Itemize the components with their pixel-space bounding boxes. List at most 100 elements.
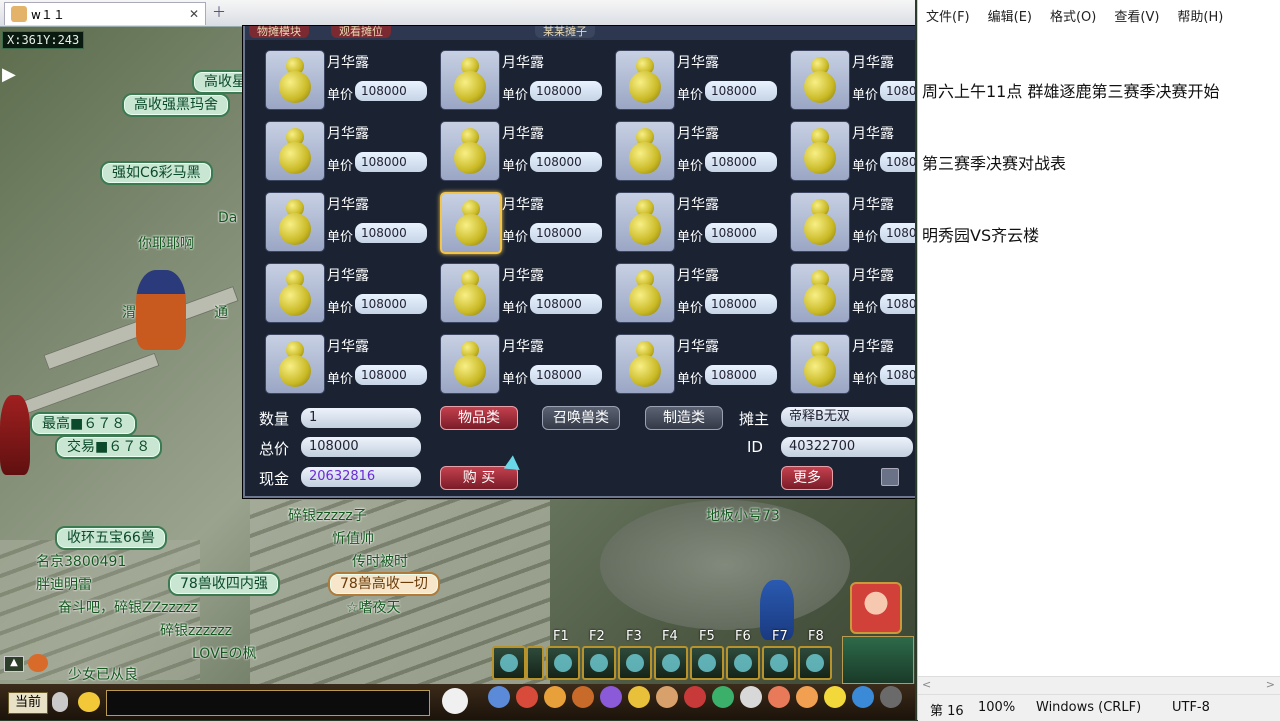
stall-item-slot[interactable]: 月华露 单价 108000 — [430, 332, 602, 394]
stall-item-slot[interactable]: 月华露 单价 108000 — [430, 261, 602, 323]
stall-item-slot[interactable]: 月华露单价10800 — [780, 48, 915, 110]
gourd-icon[interactable] — [265, 263, 325, 323]
gourd-icon[interactable] — [790, 334, 850, 394]
stall-item-slot[interactable]: 月华露 单价 108000 — [605, 190, 777, 252]
gourd-icon[interactable] — [265, 334, 325, 394]
stall-item-slot[interactable]: 月华露单价10800 — [780, 119, 915, 181]
new-tab-icon[interactable]: ＋ — [210, 4, 228, 22]
skill-slot[interactable] — [762, 646, 796, 680]
scroll-icon[interactable] — [656, 686, 678, 708]
horizontal-scrollbar[interactable]: < > — [918, 676, 1280, 694]
gourd-icon[interactable] — [265, 192, 325, 252]
menu-file[interactable]: 文件(F) — [926, 6, 970, 25]
stall-item-slot[interactable]: 月华露单价10800 — [780, 332, 915, 394]
computer-icon[interactable] — [880, 686, 902, 708]
stall-item-slot[interactable]: 月华露单价10800 — [780, 190, 915, 252]
scroll-right-icon[interactable]: > — [1266, 678, 1275, 691]
stall-item-slot[interactable]: 月华露 单价 108000 — [255, 119, 427, 181]
game-window[interactable]: w１１ ✕ ＋ X:361Y:243 ▶ 高收星 高收强黑玛舍 强如C6彩马黑 … — [0, 0, 915, 720]
stall-item-slot[interactable]: 月华露 单价 108000 — [255, 48, 427, 110]
gourd-icon[interactable] — [790, 192, 850, 252]
gourd-icon[interactable] — [615, 192, 675, 252]
stall-item-slot[interactable]: 月华露 单价 108000 — [430, 190, 602, 254]
backpack-icon[interactable] — [516, 686, 538, 708]
stall-item-slot[interactable]: 月华露 单价 108000 — [605, 332, 777, 394]
gourd-icon[interactable] — [790, 263, 850, 323]
scroll-left-icon[interactable]: < — [922, 678, 931, 691]
category-items-button[interactable]: 物品类 — [440, 406, 518, 430]
gourd-icon[interactable] — [440, 334, 500, 394]
pet-icon[interactable] — [442, 688, 468, 714]
stall-item-slot[interactable]: 月华露 单价 108000 — [430, 119, 602, 181]
shop-icon[interactable] — [768, 686, 790, 708]
mail-icon[interactable] — [684, 686, 706, 708]
emoji-icon[interactable] — [78, 692, 100, 712]
character-sprite[interactable] — [0, 395, 30, 475]
category-pets-button[interactable]: 召唤兽类 — [542, 406, 620, 430]
category-crafted-button[interactable]: 制造类 — [645, 406, 723, 430]
gourd-icon[interactable] — [440, 192, 502, 254]
gourd-icon[interactable] — [265, 50, 325, 110]
menu-help[interactable]: 帮助(H) — [1177, 6, 1223, 25]
gourd-icon[interactable] — [615, 50, 675, 110]
stall-item-slot[interactable]: 月华露 单价 108000 — [430, 48, 602, 110]
gourd-icon[interactable] — [615, 263, 675, 323]
menu-edit[interactable]: 编辑(E) — [988, 6, 1032, 25]
name-plate[interactable]: 78兽收四内强 — [168, 572, 280, 596]
gourd-icon[interactable] — [615, 334, 675, 394]
skill-slot[interactable] — [654, 646, 688, 680]
option-checkbox[interactable] — [881, 468, 899, 486]
character-sprite[interactable] — [136, 270, 186, 350]
stall-item-slot[interactable]: 月华露 单价 108000 — [255, 332, 427, 394]
fire-icon[interactable] — [28, 654, 48, 672]
name-plate[interactable]: 收环五宝66兽 — [55, 526, 167, 550]
stall-item-slot[interactable]: 月华露 单价 108000 — [255, 190, 427, 252]
stall-item-slot[interactable]: 月华露 单价 108000 — [605, 261, 777, 323]
skill-slot[interactable] — [690, 646, 724, 680]
quest-icon[interactable] — [628, 686, 650, 708]
name-plate[interactable]: 高收强黑玛舍 — [122, 93, 230, 117]
pagoda-minimap-icon[interactable] — [842, 636, 914, 684]
name-plate[interactable]: 78兽高收一切 — [328, 572, 440, 596]
chat-input[interactable] — [106, 690, 430, 716]
chat-bubble-icon[interactable] — [740, 686, 762, 708]
stall-item-slot[interactable]: 月华露单价10800 — [780, 261, 915, 323]
gourd-icon[interactable] — [440, 50, 500, 110]
player-portrait[interactable] — [850, 582, 902, 634]
stall-item-slot[interactable]: 月华露 单价 108000 — [605, 119, 777, 181]
smile-icon[interactable] — [824, 686, 846, 708]
skill-slot[interactable] — [618, 646, 652, 680]
microphone-icon[interactable] — [52, 692, 68, 712]
gourd-icon[interactable] — [615, 121, 675, 181]
play-arrow-icon[interactable]: ▶ — [2, 64, 16, 85]
stall-header-tab[interactable]: 观看摊位 — [331, 26, 391, 38]
gift-icon[interactable] — [544, 686, 566, 708]
close-icon[interactable]: ✕ — [189, 7, 199, 21]
text-editor[interactable]: 周六上午11点 群雄逐鹿第三赛季决赛开始 第三赛季决赛对战表 明秀园VS齐云楼 — [918, 30, 1280, 676]
skill-slot[interactable] — [726, 646, 760, 680]
weapon-icon[interactable] — [488, 686, 510, 708]
name-plate[interactable]: 交易■６７８ — [55, 435, 163, 459]
skill-book-icon[interactable] — [572, 686, 594, 708]
name-plate[interactable]: 强如C6彩马黑 — [100, 161, 213, 185]
game-tab[interactable]: w１１ ✕ — [4, 2, 206, 25]
skill-scroll-handle[interactable] — [526, 646, 544, 680]
chat-expand-icon[interactable]: ▲ — [4, 656, 24, 672]
chat-channel-button[interactable]: 当前 — [8, 692, 48, 714]
gourd-icon[interactable] — [440, 121, 500, 181]
guild-icon[interactable] — [796, 686, 818, 708]
name-plate[interactable]: 最高■６７８ — [30, 412, 138, 436]
more-button[interactable]: 更多 — [781, 466, 833, 490]
stall-item-slot[interactable]: 月华露 单价 108000 — [255, 261, 427, 323]
quantity-input[interactable]: 1 — [301, 408, 421, 428]
skill-slot[interactable] — [798, 646, 832, 680]
team-icon[interactable] — [600, 686, 622, 708]
gourd-icon[interactable] — [265, 121, 325, 181]
skill-slot[interactable] — [546, 646, 580, 680]
stall-item-slot[interactable]: 月华露 单价 108000 — [605, 48, 777, 110]
stall-header-tab[interactable]: 物摊模块 — [249, 26, 309, 38]
gourd-icon[interactable] — [790, 50, 850, 110]
skill-slot[interactable] — [492, 646, 526, 680]
gourd-icon[interactable] — [440, 263, 500, 323]
menu-format[interactable]: 格式(O) — [1050, 6, 1096, 25]
